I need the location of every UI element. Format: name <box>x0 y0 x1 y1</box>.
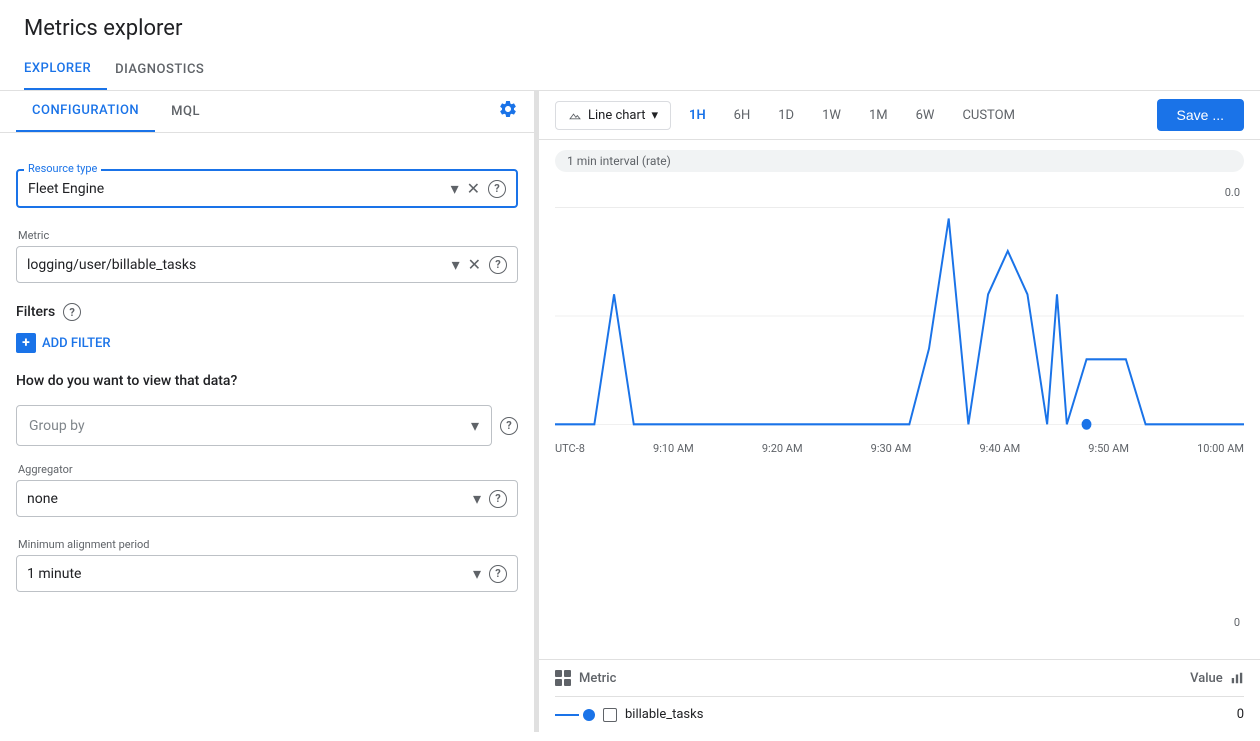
app-title: Metrics explorer <box>0 0 1260 49</box>
time-btn-custom[interactable]: CUSTOM <box>952 102 1024 129</box>
chart-svg <box>555 186 1244 446</box>
nav-item-explorer[interactable]: EXPLORER <box>24 49 107 90</box>
left-panel: CONFIGURATION MQL Resource type Fleet En… <box>0 91 535 732</box>
time-btn-1d[interactable]: 1D <box>768 102 804 129</box>
metric-value-cell: 0 <box>1164 707 1244 722</box>
y-axis-min: 0 <box>1234 616 1240 629</box>
metric-value: logging/user/billable_tasks <box>27 257 452 273</box>
aggregator-icons: ▾ ? <box>473 489 507 508</box>
table-metric-cell: billable_tasks <box>555 707 1164 722</box>
chart-type-label: Line chart <box>588 108 645 123</box>
min-alignment-label: Minimum alignment period <box>16 538 149 553</box>
min-alignment-group: Minimum alignment period 1 minute ▾ ? <box>16 537 518 592</box>
add-filter-plus-icon: + <box>16 333 36 353</box>
group-by-row: Group by ▾ ? <box>16 405 518 446</box>
x-label-920: 9:20 AM <box>762 442 803 455</box>
settings-gear-icon[interactable] <box>498 99 518 124</box>
min-alignment-value: 1 minute <box>27 566 473 582</box>
table-header: Metric Value <box>555 660 1244 697</box>
aggregator-dropdown-icon[interactable]: ▾ <box>473 489 481 508</box>
table-metric-label: Metric <box>579 671 616 686</box>
tab-bar: CONFIGURATION MQL <box>0 91 534 133</box>
legend-indicator <box>555 709 595 721</box>
table-grid-icon <box>555 670 571 686</box>
metric-icons: ▾ ✕ ? <box>452 255 507 274</box>
group-by-placeholder: Group by <box>29 418 471 434</box>
group-by-help-icon[interactable]: ? <box>500 417 518 435</box>
metric-clear-icon[interactable]: ✕ <box>468 255 481 274</box>
metric-group: Metric logging/user/billable_tasks ▾ ✕ ? <box>16 228 518 283</box>
metric-label: Metric <box>16 229 49 244</box>
view-section-title: How do you want to view that data? <box>16 373 518 389</box>
time-btn-6h[interactable]: 6H <box>724 102 761 129</box>
min-alignment-help-icon[interactable]: ? <box>489 565 507 583</box>
top-nav: EXPLORER DIAGNOSTICS <box>0 49 1260 91</box>
x-label-utc: UTC-8 <box>555 442 585 455</box>
main-layout: CONFIGURATION MQL Resource type Fleet En… <box>0 91 1260 732</box>
chart-cursor-dot <box>1082 419 1092 430</box>
filters-help-icon[interactable]: ? <box>63 303 81 321</box>
table-value-header: Value <box>1164 671 1244 686</box>
group-by-select[interactable]: Group by ▾ <box>16 405 492 446</box>
panel-content: Resource type Fleet Engine ▾ ✕ ? Metric … <box>0 133 534 632</box>
legend-line <box>555 714 579 716</box>
resource-type-group: Resource type Fleet Engine ▾ ✕ ? <box>16 153 518 208</box>
filters-label: Filters <box>16 304 55 320</box>
time-btn-1h[interactable]: 1H <box>679 102 716 129</box>
tab-mql[interactable]: MQL <box>155 92 216 131</box>
resource-type-value: Fleet Engine <box>28 181 451 197</box>
chart-type-chevron: ▾ <box>651 108 658 123</box>
resource-type-icons: ▾ ✕ ? <box>451 179 506 198</box>
chart-area: 0.0 0 UTC-8 9:10 AM 9:20 AM 9:30 AM 9:40… <box>539 176 1260 659</box>
table-metric-header: Metric <box>555 670 1164 686</box>
resource-type-label: Resource type <box>24 162 101 175</box>
aggregator-box[interactable]: none ▾ ? <box>16 480 518 517</box>
metric-box[interactable]: logging/user/billable_tasks ▾ ✕ ? <box>16 246 518 283</box>
table-value-label: Value <box>1190 671 1223 686</box>
x-label-910: 9:10 AM <box>653 442 694 455</box>
y-axis-max: 0.0 <box>1225 186 1240 199</box>
x-label-930: 9:30 AM <box>871 442 912 455</box>
chart-table: Metric Value bill <box>539 659 1260 732</box>
aggregator-group: Aggregator none ▾ ? <box>16 462 518 517</box>
tab-configuration[interactable]: CONFIGURATION <box>16 91 155 132</box>
min-alignment-dropdown-icon[interactable]: ▾ <box>473 564 481 583</box>
aggregator-label: Aggregator <box>16 463 73 478</box>
right-panel: Line chart ▾ 1H 6H 1D 1W 1M 6W CUSTOM Sa… <box>539 91 1260 732</box>
x-label-1000: 10:00 AM <box>1197 442 1244 455</box>
table-chart-icon <box>1230 671 1244 685</box>
time-btn-1m[interactable]: 1M <box>859 102 898 129</box>
aggregator-value: none <box>27 491 473 507</box>
time-btn-6w[interactable]: 6W <box>906 102 945 129</box>
interval-badge: 1 min interval (rate) <box>555 150 1244 172</box>
min-alignment-icons: ▾ ? <box>473 564 507 583</box>
add-filter-button[interactable]: + ADD FILTER <box>16 333 518 353</box>
min-alignment-box[interactable]: 1 minute ▾ ? <box>16 555 518 592</box>
chart-toolbar: Line chart ▾ 1H 6H 1D 1W 1M 6W CUSTOM Sa… <box>539 91 1260 140</box>
metric-name: billable_tasks <box>625 707 703 722</box>
x-label-940: 9:40 AM <box>979 442 1020 455</box>
save-button[interactable]: Save ... <box>1157 99 1244 131</box>
resource-type-help-icon[interactable]: ? <box>488 180 506 198</box>
legend-dot <box>583 709 595 721</box>
resource-type-dropdown-icon[interactable]: ▾ <box>451 179 459 198</box>
add-filter-label: ADD FILTER <box>42 336 111 351</box>
metric-help-icon[interactable]: ? <box>489 256 507 274</box>
x-label-950: 9:50 AM <box>1088 442 1129 455</box>
time-btn-1w[interactable]: 1W <box>812 102 851 129</box>
resource-type-clear-icon[interactable]: ✕ <box>467 179 480 198</box>
table-row: billable_tasks 0 <box>555 697 1244 732</box>
aggregator-help-icon[interactable]: ? <box>489 490 507 508</box>
nav-item-diagnostics[interactable]: DIAGNOSTICS <box>115 50 220 89</box>
filters-section: Filters ? <box>16 303 518 321</box>
metric-checkbox[interactable] <box>603 708 617 722</box>
line-chart-icon <box>568 108 582 122</box>
group-by-dropdown-icon[interactable]: ▾ <box>471 416 479 435</box>
chart-type-button[interactable]: Line chart ▾ <box>555 101 671 130</box>
metric-dropdown-icon[interactable]: ▾ <box>452 255 460 274</box>
